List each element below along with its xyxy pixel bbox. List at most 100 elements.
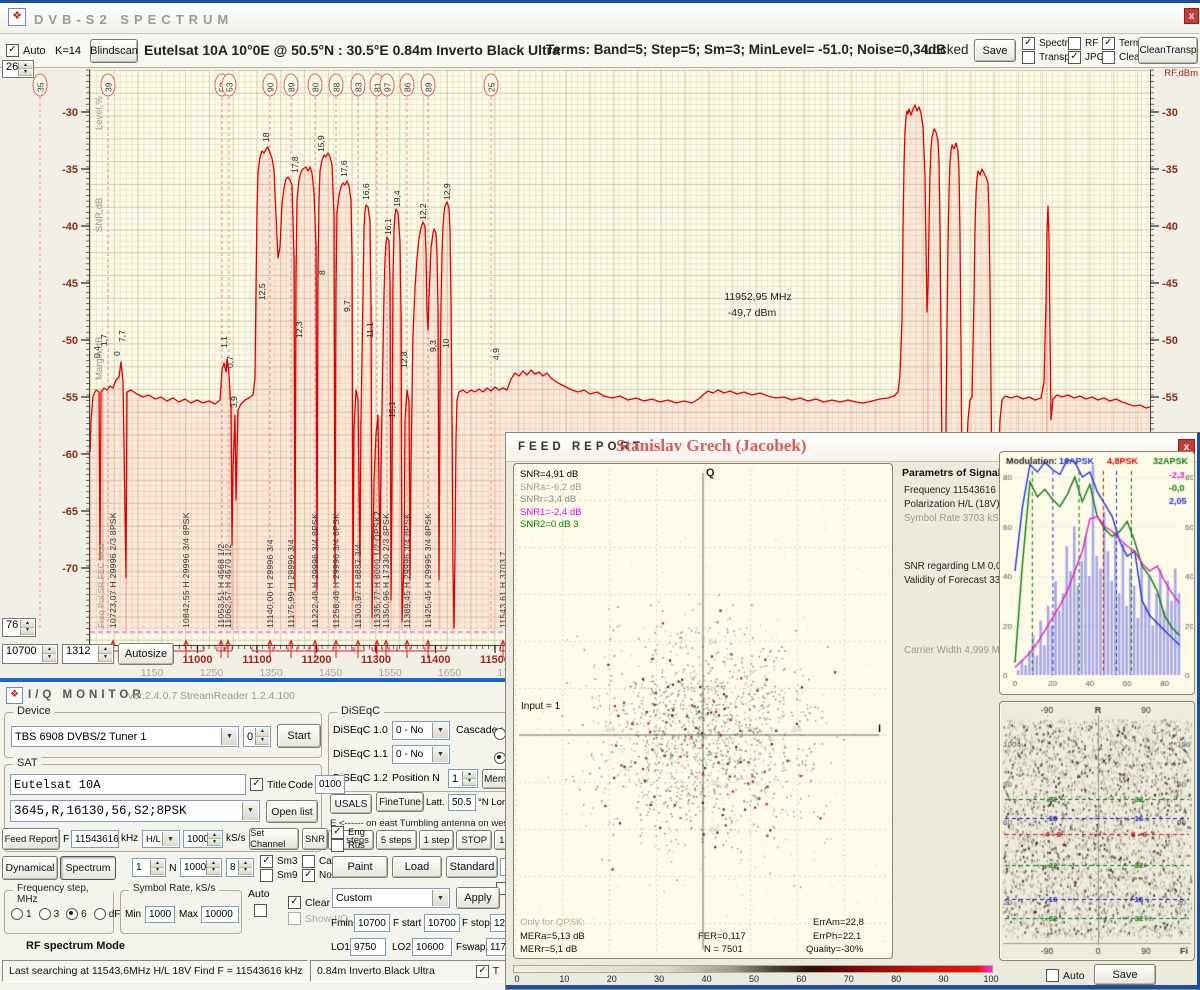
set-channel-button[interactable]: Set Channel bbox=[249, 828, 299, 850]
sm3-checkbox[interactable]: ✓Sm3 bbox=[260, 855, 298, 868]
freq-step-radio-1[interactable]: 1 bbox=[11, 908, 32, 920]
code-label: Code bbox=[288, 779, 313, 791]
quality-scale-tick: 30 bbox=[649, 974, 669, 984]
title-cb-label: Title bbox=[267, 779, 286, 791]
sat-group-label: SAT bbox=[13, 757, 42, 769]
stat-erram: ErrAm=22,8 bbox=[813, 917, 864, 928]
svg-text:8: 8 bbox=[317, 270, 327, 275]
device-select[interactable]: TBS 6908 DVBS/2 Tuner 1▼ bbox=[11, 726, 239, 747]
usals-button[interactable]: USALS bbox=[330, 794, 372, 814]
transponder-select[interactable]: 3645,R,16130,56,S2;8PSK▼ bbox=[10, 800, 260, 822]
feed-bottom-frame bbox=[506, 985, 1200, 990]
open-list-button[interactable]: Open list bbox=[266, 800, 318, 823]
svg-text:83: 83 bbox=[354, 82, 364, 92]
stat-only-qpsk: Only for QPSK: bbox=[520, 917, 585, 928]
svg-text:RF,dBm: RF,dBm bbox=[1164, 68, 1198, 79]
span-spinner[interactable]: 1312▲▼ bbox=[62, 644, 114, 664]
feed-report-button[interactable]: Feed Report bbox=[2, 828, 60, 850]
n-spinner[interactable]: 1▲▼ bbox=[132, 858, 166, 877]
sm3-label: Sm3 bbox=[277, 856, 298, 867]
title-checkbox[interactable]: ✓Title bbox=[250, 778, 286, 791]
custom-select[interactable]: Custom▼ bbox=[332, 888, 450, 908]
paint-button[interactable]: Paint bbox=[332, 856, 388, 878]
fi-auto-label: Auto bbox=[1063, 970, 1085, 982]
symbolrate-spinner[interactable]: 1000▲▼ bbox=[183, 830, 223, 848]
svg-text:12,8: 12,8 bbox=[399, 351, 409, 368]
snr-line: SNRa=-6,2 dB bbox=[520, 482, 582, 495]
min-field[interactable]: 1000 bbox=[145, 906, 175, 923]
svg-text:11389,45 H 29996 3/4 8PSK: 11389,45 H 29996 3/4 8PSK bbox=[402, 513, 412, 628]
freq-step-label: Frequency step, MHz bbox=[13, 883, 113, 905]
position-spinner[interactable]: 1▲▼ bbox=[448, 769, 478, 788]
rus-checkbox[interactable]: Rus bbox=[331, 839, 365, 852]
freq-step-radios: 136 dF bbox=[11, 908, 120, 920]
svg-text:53: 53 bbox=[225, 82, 235, 92]
diseqc10-select[interactable]: 0 - No▼ bbox=[392, 721, 450, 740]
standard-button[interactable]: Standard bbox=[446, 856, 498, 878]
stat-merr: MERr=5,1 dB bbox=[520, 944, 577, 955]
count-spinner[interactable]: 1000▲▼ bbox=[180, 858, 222, 877]
code-field[interactable]: 0100 bbox=[315, 775, 345, 794]
svg-text:Freq Pol SR FEC Mod: Freq Pol SR FEC Mod bbox=[96, 543, 106, 628]
auto-sr-checkbox[interactable] bbox=[254, 904, 267, 917]
dynamical-button[interactable]: Dynamical bbox=[2, 856, 58, 880]
rus-label: Rus bbox=[348, 840, 365, 851]
antenna-step-button[interactable]: STOP bbox=[456, 830, 492, 850]
polarity-select[interactable]: H/L 1▼ bbox=[142, 830, 180, 848]
autosize-button[interactable]: Autosize bbox=[118, 643, 174, 665]
stat-quality: Quality=-30% bbox=[806, 944, 863, 955]
stat-n: N = 7501 bbox=[704, 944, 743, 955]
start-freq-spinner[interactable]: 10700▲▼ bbox=[2, 644, 58, 664]
svg-text:11000: 11000 bbox=[183, 654, 213, 666]
fi-auto-checkbox[interactable]: Auto bbox=[1046, 969, 1085, 982]
stat-mera: MERa=5,13 dB bbox=[520, 931, 585, 942]
feed-author: Stanislav Grech (Jacobek) bbox=[616, 436, 806, 456]
svg-text:11303,97 H 8887 3/4: 11303,97 H 8887 3/4 bbox=[353, 544, 363, 628]
svg-text:-35: -35 bbox=[1162, 164, 1178, 176]
device-index-spinner[interactable]: 0▲▼ bbox=[243, 726, 271, 747]
svg-text:88: 88 bbox=[332, 82, 342, 92]
freq-step-radio-6[interactable]: 6 bbox=[66, 908, 87, 920]
sat-name-field[interactable]: Eutelsat 10A bbox=[10, 774, 246, 795]
modulation-chart-canvas bbox=[1001, 453, 1193, 693]
freq-step-radio-3[interactable]: 3 bbox=[39, 908, 60, 920]
svg-text:11400: 11400 bbox=[421, 654, 451, 666]
start-button[interactable]: Start bbox=[277, 724, 321, 748]
svg-text:12,3: 12,3 bbox=[294, 321, 304, 338]
finetune-button[interactable]: FineTune bbox=[376, 792, 424, 812]
quality-scale-tick: 70 bbox=[839, 974, 859, 984]
apply-button[interactable]: Apply bbox=[456, 887, 500, 909]
svg-text:Level,%: Level,% bbox=[94, 96, 105, 130]
depth-spinner[interactable]: 8▲▼ bbox=[226, 858, 254, 877]
latt-field[interactable]: 50.5 bbox=[448, 794, 476, 811]
level-spinner[interactable]: 76▲▼ bbox=[2, 618, 36, 637]
quality-scale-tick: 90 bbox=[934, 974, 954, 984]
frequency-field[interactable]: 11543616 bbox=[71, 830, 119, 848]
spectrum-button[interactable]: Spectrum bbox=[60, 856, 116, 880]
max-field[interactable]: 10000 bbox=[201, 906, 239, 923]
svg-text:90: 90 bbox=[266, 82, 276, 92]
sm9-label: Sm9 bbox=[277, 870, 298, 881]
snr-button[interactable]: SNR bbox=[302, 828, 328, 850]
eng-checkbox[interactable]: ✓Eng bbox=[331, 826, 365, 839]
antenna-step-button[interactable]: 1 step bbox=[419, 830, 455, 850]
params-title: Parametrs of Signal : bbox=[902, 467, 1007, 479]
diseqc11-select[interactable]: 0 - No▼ bbox=[392, 745, 450, 764]
fmin-field[interactable]: 10700 bbox=[354, 914, 390, 932]
svg-text:-55: -55 bbox=[1162, 392, 1178, 404]
load-button[interactable]: Load bbox=[392, 856, 442, 878]
fstart-field[interactable]: 10700 bbox=[424, 914, 460, 932]
freq-step-radio-dF[interactable]: dF bbox=[94, 908, 121, 920]
max-label: Max bbox=[179, 909, 198, 920]
fswap-label: Fswap bbox=[456, 942, 485, 953]
fi-save-button[interactable]: Save bbox=[1094, 964, 1156, 985]
status-t-checkbox[interactable]: ✓T bbox=[476, 965, 499, 978]
i-axis-label: I bbox=[878, 723, 881, 735]
svg-text:89: 89 bbox=[287, 82, 297, 92]
sm9-checkbox[interactable]: Sm9 bbox=[260, 869, 298, 882]
lo2-field[interactable]: 10600 bbox=[412, 938, 452, 956]
gain-spinner[interactable]: 26▲▼ bbox=[2, 60, 34, 78]
iq-monitor-window: ❖ I/Q MONITOR ver.2.4.0.7 StreamReader 1… bbox=[0, 678, 509, 990]
lo1-field[interactable]: 9750 bbox=[350, 938, 386, 956]
antenna-step-button[interactable]: 5 steps bbox=[376, 830, 417, 850]
